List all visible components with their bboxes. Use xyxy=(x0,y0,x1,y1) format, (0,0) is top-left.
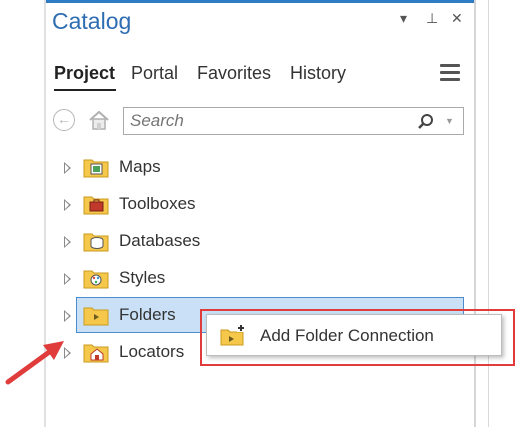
tree-item-databases[interactable]: Databases xyxy=(58,228,458,258)
expand-arrow-icon[interactable] xyxy=(64,199,71,211)
tree-item-label: Toolboxes xyxy=(119,194,196,213)
tree-item-label: Databases xyxy=(119,231,201,250)
active-tab-underline xyxy=(54,89,116,91)
callout-arrow-icon xyxy=(5,341,64,385)
database-folder-icon xyxy=(83,233,109,252)
hamburger-menu-icon[interactable] xyxy=(440,64,460,82)
expand-arrow-icon[interactable] xyxy=(64,273,71,285)
locator-folder-icon xyxy=(83,344,109,363)
expand-arrow-icon[interactable] xyxy=(64,236,71,248)
search-options-chevron-icon[interactable]: ▼ xyxy=(445,116,454,126)
tree-item-label: Locators xyxy=(119,342,185,361)
tree-item-toolboxes[interactable]: Toolboxes xyxy=(58,191,458,221)
styles-folder-icon xyxy=(83,270,109,289)
add-folder-connection-icon xyxy=(220,324,245,346)
search-input[interactable] xyxy=(130,111,400,131)
search-icon[interactable] xyxy=(416,112,436,132)
tab-portal[interactable]: Portal xyxy=(131,63,178,84)
tab-favorites[interactable]: Favorites xyxy=(197,63,271,84)
back-arrow-icon[interactable]: ← xyxy=(53,109,75,131)
close-icon[interactable]: ✕ xyxy=(451,10,463,27)
toolbox-folder-icon xyxy=(83,196,109,215)
tree-item-label: Folders xyxy=(119,305,176,324)
tree-item-label: Styles xyxy=(119,268,166,287)
home-icon[interactable] xyxy=(87,108,111,132)
maps-folder-icon xyxy=(83,159,109,178)
context-menu[interactable]: Add Folder Connection xyxy=(206,314,502,356)
pane-top-accent xyxy=(44,0,476,3)
folders-folder-icon xyxy=(83,307,109,326)
tab-project[interactable]: Project xyxy=(54,63,115,84)
pane-title: Catalog xyxy=(52,8,132,34)
pane-options-dropdown-icon[interactable]: ▾ xyxy=(400,10,407,27)
add-folder-connection-menu-item[interactable]: Add Folder Connection xyxy=(260,326,434,346)
expand-arrow-icon[interactable] xyxy=(64,310,71,322)
tree-item-label: Maps xyxy=(119,157,161,176)
tree-item-styles[interactable]: Styles xyxy=(58,265,458,295)
expand-arrow-icon[interactable] xyxy=(64,162,71,174)
tree-item-maps[interactable]: Maps xyxy=(58,154,458,184)
tab-history[interactable]: History xyxy=(290,63,346,84)
pin-icon[interactable]: ⊥ xyxy=(426,10,438,27)
search-box[interactable]: ▼ xyxy=(123,107,464,135)
